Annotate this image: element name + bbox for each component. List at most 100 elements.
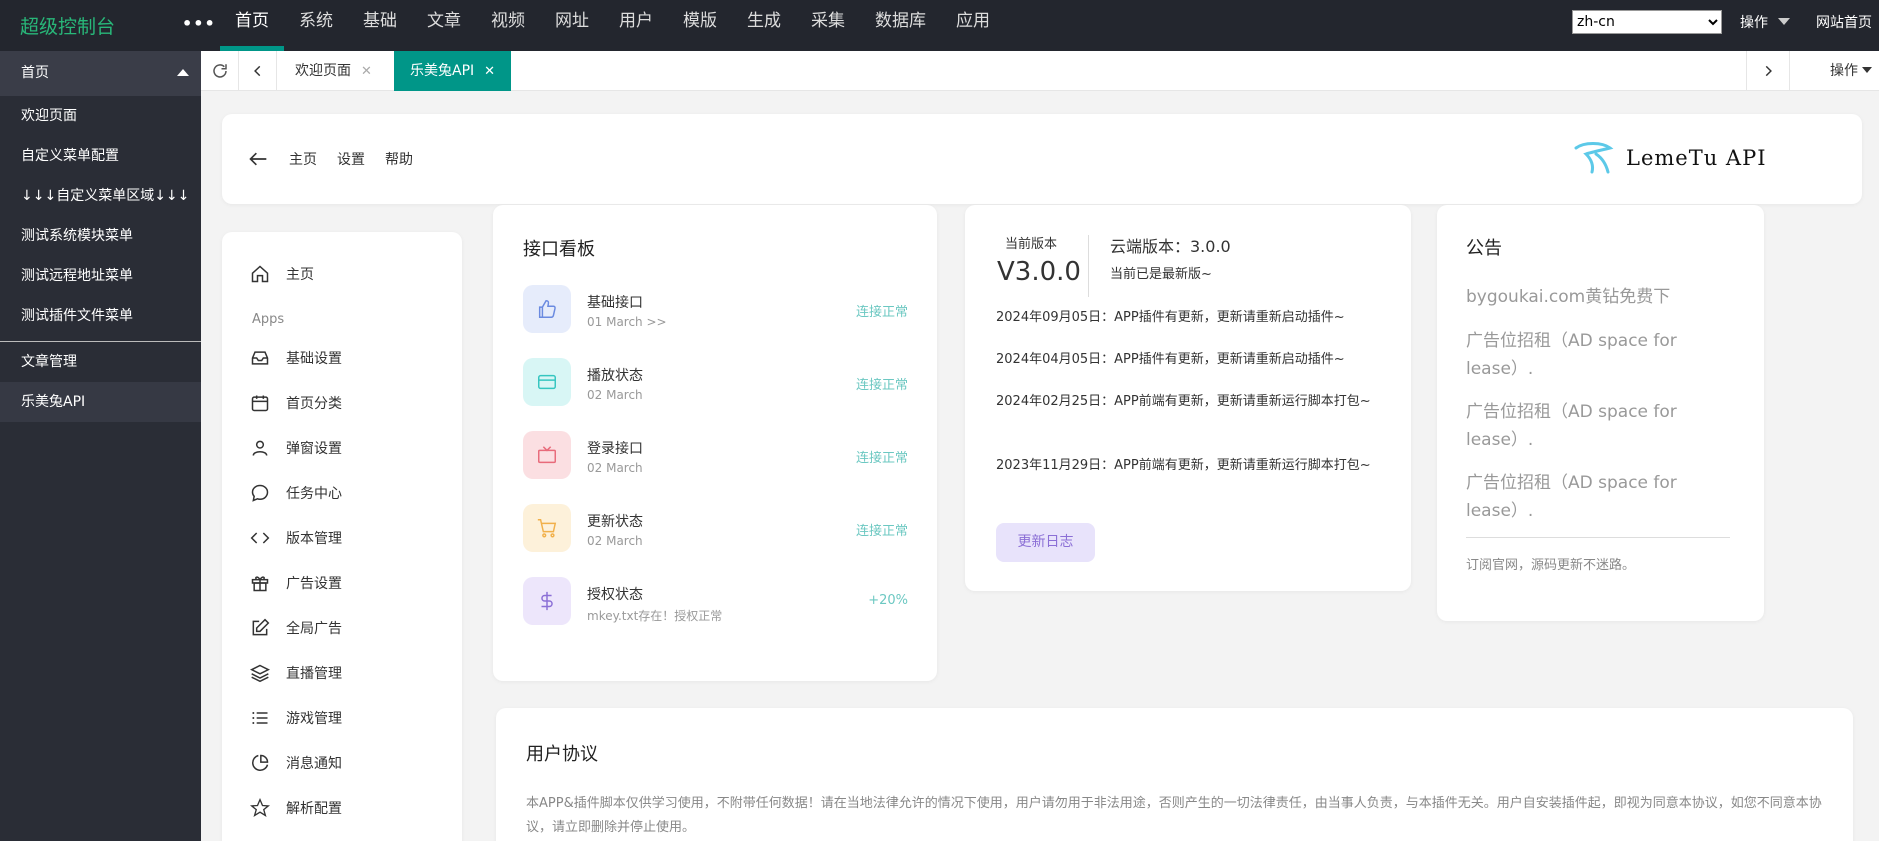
- tab-scroll-right-button[interactable]: [1746, 51, 1789, 91]
- menu-item-label: 消息通知: [286, 756, 342, 772]
- close-icon[interactable]: ✕: [484, 64, 495, 79]
- changelog-button[interactable]: 更新日志: [996, 523, 1095, 562]
- menu-item-label: 版本管理: [286, 531, 342, 547]
- menu-item-ad-settings[interactable]: 广告设置: [250, 573, 342, 593]
- top-nav-system[interactable]: 系统: [284, 0, 348, 51]
- menu-item-task-center[interactable]: 任务中心: [250, 483, 342, 503]
- api-row-status: 连接正常: [855, 305, 908, 320]
- sidebar-item-article-manage[interactable]: 文章管理: [0, 342, 201, 382]
- caret-up-icon: [177, 69, 189, 76]
- tab-operate-menu[interactable]: 操作: [1789, 51, 1879, 91]
- top-nav-database[interactable]: 数据库: [860, 0, 941, 51]
- menu-item-basic-settings[interactable]: 基础设置: [250, 348, 342, 368]
- tab-operate-label: 操作: [1830, 63, 1858, 79]
- notice-card: 公告 bygoukai.com黄钻免费下 广告位招租（AD space for …: [1437, 205, 1764, 621]
- inbox-icon: [251, 351, 269, 365]
- sidebar-group-label: 首页: [21, 65, 49, 81]
- layers-icon: [250, 664, 270, 683]
- version-divider: [1088, 235, 1089, 297]
- top-nav: 首页 系统 基础 文章 视频 网址 用户 模版 生成 采集 数据库 应用: [220, 0, 1005, 51]
- notice-line[interactable]: bygoukai.com黄钻免费下: [1466, 283, 1746, 311]
- update-log-line: 2024年02月25日：APP前端有更新，更新请重新运行脚本打包~: [996, 394, 1371, 409]
- top-nav-article[interactable]: 文章: [412, 0, 476, 51]
- top-nav-url[interactable]: 网址: [540, 0, 604, 51]
- cloud-version: 云端版本：3.0.0: [1110, 237, 1231, 256]
- menu-item-label: 基础设置: [286, 351, 342, 367]
- tv-icon: [523, 431, 571, 479]
- api-row[interactable]: 更新状态 02 March 连接正常: [523, 504, 908, 554]
- header-link-settings[interactable]: 设置: [337, 149, 365, 169]
- site-home-link[interactable]: 网站首页: [1816, 12, 1872, 32]
- brand-title[interactable]: 超级控制台: [20, 12, 115, 39]
- header-link-help[interactable]: 帮助: [385, 149, 413, 169]
- api-row-name: 授权状态: [587, 587, 643, 603]
- menu-item-home[interactable]: 主页: [250, 264, 314, 284]
- notice-divider: [1466, 537, 1730, 538]
- menu-item-home-category[interactable]: 首页分类: [250, 393, 342, 413]
- top-nav-collect[interactable]: 采集: [796, 0, 860, 51]
- sidebar-item-lemetu-api[interactable]: 乐美兔API: [0, 382, 201, 422]
- tab-scroll-left-button[interactable]: [239, 51, 277, 91]
- user-icon: [252, 440, 268, 456]
- api-row[interactable]: 登录接口 02 March 连接正常: [523, 431, 908, 481]
- menu-item-live-manage[interactable]: 直播管理: [250, 663, 342, 683]
- sidebar-item-welcome[interactable]: 欢迎页面: [0, 96, 201, 136]
- pie-chart-icon: [252, 754, 269, 771]
- top-operate-menu[interactable]: 操作: [1740, 12, 1790, 32]
- api-row-date: 02 March: [587, 534, 643, 548]
- api-row[interactable]: 授权状态 mkey.txt存在！授权正常 +20%: [523, 577, 908, 627]
- menu-item-label: 首页分类: [286, 396, 342, 412]
- sidebar-item-custom-menu-area[interactable]: ↓↓↓自定义菜单区域↓↓↓: [0, 176, 201, 216]
- tab-lemetu-api[interactable]: 乐美兔API ✕: [394, 51, 512, 91]
- top-nav-apps[interactable]: 应用: [941, 0, 1005, 51]
- top-nav-home[interactable]: 首页: [220, 0, 284, 51]
- language-select[interactable]: zh-cn: [1572, 10, 1722, 34]
- dollar-icon: [523, 577, 571, 625]
- top-operate-label: 操作: [1740, 15, 1768, 31]
- sidebar: 首页 欢迎页面 自定义菜单配置 ↓↓↓自定义菜单区域↓↓↓ 测试系统模块菜单 测…: [0, 51, 201, 841]
- close-icon[interactable]: ✕: [361, 64, 372, 79]
- api-row-date: mkey.txt存在！授权正常: [587, 609, 723, 623]
- sidebar-group-home[interactable]: 首页: [0, 51, 201, 96]
- menu-item-game-manage[interactable]: 游戏管理: [250, 708, 342, 728]
- refresh-button[interactable]: [201, 51, 239, 91]
- menu-apps-heading: Apps: [252, 312, 285, 327]
- sidebar-item-test-plugin-file[interactable]: 测试插件文件菜单: [0, 296, 201, 336]
- menu-item-label: 游戏管理: [286, 711, 342, 727]
- more-menu-button[interactable]: •••: [182, 14, 216, 33]
- lemetu-logo-icon: [1574, 142, 1614, 174]
- header-link-home[interactable]: 主页: [289, 149, 317, 169]
- top-nav-generate[interactable]: 生成: [732, 0, 796, 51]
- api-row[interactable]: 基础接口 01 March >> 连接正常: [523, 285, 908, 335]
- cloud-version-note: 当前已是最新版~: [1110, 267, 1212, 282]
- edit-icon: [252, 618, 270, 636]
- top-nav-video[interactable]: 视频: [476, 0, 540, 51]
- menu-item-popup-settings[interactable]: 弹窗设置: [250, 438, 342, 458]
- top-nav-user[interactable]: 用户: [604, 0, 668, 51]
- menu-item-global-ad[interactable]: 全局广告: [250, 618, 342, 638]
- brand-logo: LemeTu API: [1572, 140, 1767, 176]
- caret-down-icon: [1778, 18, 1790, 25]
- menu-item-message-notify[interactable]: 消息通知: [250, 753, 342, 773]
- star-icon: [250, 798, 270, 817]
- menu-item-label: 解析配置: [286, 801, 342, 817]
- tab-lemetu-api-label: 乐美兔API: [410, 63, 475, 79]
- menu-item-label: 弹窗设置: [286, 441, 342, 457]
- sidebar-item-test-remote-url[interactable]: 测试远程地址菜单: [0, 256, 201, 296]
- api-row[interactable]: 播放状态 02 March 连接正常: [523, 358, 908, 408]
- home-icon: [251, 265, 269, 283]
- credit-card-icon: [523, 358, 571, 406]
- top-nav-basic[interactable]: 基础: [348, 0, 412, 51]
- tab-welcome[interactable]: 欢迎页面 ✕: [279, 51, 388, 91]
- sidebar-item-custom-menu-config[interactable]: 自定义菜单配置: [0, 136, 201, 176]
- update-log-line: 2024年04月05日：APP插件有更新，更新请重新启动插件~: [996, 352, 1345, 367]
- sidebar-item-test-system-module[interactable]: 测试系统模块菜单: [0, 216, 201, 256]
- update-log-line: 2024年09月05日：APP插件有更新，更新请重新启动插件~: [996, 310, 1345, 325]
- menu-item-version-manage[interactable]: 版本管理: [250, 528, 342, 548]
- chat-bubble-icon: [251, 484, 269, 502]
- back-button[interactable]: [248, 150, 268, 172]
- api-row-date: 02 March: [587, 461, 643, 475]
- menu-item-parse-config[interactable]: 解析配置: [250, 798, 342, 818]
- top-nav-template[interactable]: 模版: [668, 0, 732, 51]
- calendar-icon: [251, 395, 269, 412]
